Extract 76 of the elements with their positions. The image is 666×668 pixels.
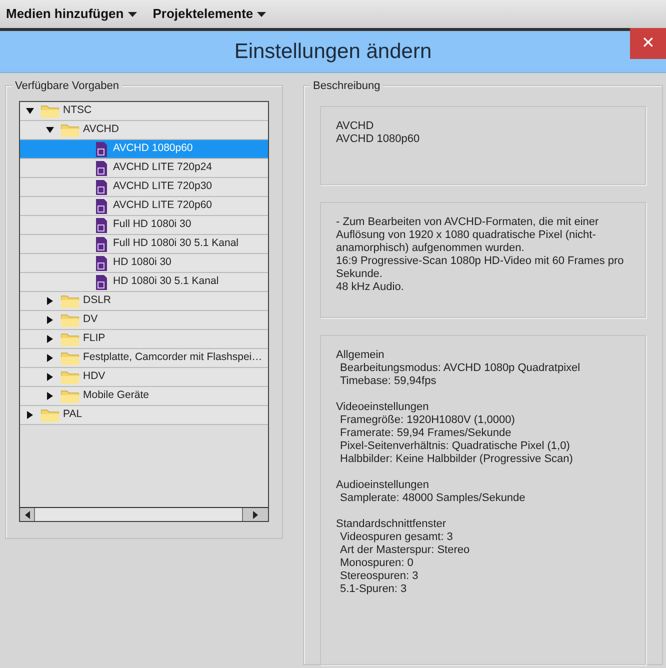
close-button[interactable]: ✕ [630, 28, 666, 59]
setting-text: Bearbeitungsmodus: AVCHD 1080p Quadratpixel [339, 362, 582, 375]
setting-text: Monospuren: 0 [339, 557, 414, 570]
left-arrow-icon [24, 510, 30, 518]
setting-text: Stereospuren: 3 [339, 570, 420, 583]
preset-file-icon [96, 142, 107, 156]
section-heading: Standardschnittfenster [336, 518, 448, 531]
setting-text: Videospuren gesamt: 3 [339, 531, 454, 544]
group-label: Verfügbare Vorgaben [12, 78, 122, 94]
preset-file-icon [96, 256, 107, 270]
tree-item[interactable]: HD 1080i 30 [20, 254, 268, 273]
tree-item[interactable]: NTSC [20, 102, 268, 121]
setting-text: 5.1-Spuren: 3 [339, 583, 408, 596]
tree-item[interactable]: AVCHD LITE 720p24 [20, 159, 268, 178]
tree-item[interactable]: Full HD 1080i 30 [20, 216, 268, 235]
setting-text: Timebase: 59,94fps [339, 375, 438, 388]
folder-icon [61, 389, 79, 403]
folder-icon [41, 408, 59, 422]
dialog-title: Einstellungen ändern [234, 40, 432, 63]
expand-triangle-icon [46, 297, 54, 305]
caret-icon [257, 12, 266, 18]
tree-item[interactable]: FLIP [20, 330, 268, 349]
tree-item[interactable]: AVCHD LITE 720p60 [20, 197, 268, 216]
tree-item[interactable]: Festplatte, Camcorder mit Flashspei… [20, 349, 268, 368]
setting-text: Pixel-Seitenverhältnis: Quadratische Pixel (1,0) [339, 440, 571, 453]
folder-icon [41, 104, 59, 118]
tree-item[interactable]: AVCHD LITE 720p30 [20, 178, 268, 197]
expand-triangle-icon [26, 411, 34, 419]
tree-item[interactable]: AVCHD [20, 121, 268, 140]
expand-triangle-icon [46, 373, 54, 381]
tree-item[interactable]: Full HD 1080i 30 5.1 Kanal [20, 235, 268, 254]
tree-item[interactable]: HD 1080i 30 5.1 Kanal [20, 273, 268, 292]
scroll-right-button[interactable] [242, 508, 268, 521]
setting-text: Art der Masterspur: Stereo [339, 544, 471, 557]
expand-triangle-icon [46, 316, 54, 324]
description-text: 48 kHz Audio. [336, 281, 405, 294]
folder-icon [61, 313, 79, 327]
preset-name-text: AVCHD 1080p60 [336, 133, 421, 146]
preset-name-text: AVCHD [336, 120, 375, 133]
tree-item[interactable]: DV [20, 311, 268, 330]
setting-text: Samplerate: 48000 Samples/Sekunde [339, 492, 526, 505]
setting-text: Halbbilder: Keine Halbbilder (Progressive Scan) [339, 453, 574, 466]
folder-icon [61, 351, 79, 365]
menu-button[interactable]: Projektelemente [152, 3, 274, 25]
preset-file-icon [96, 274, 107, 290]
section-heading: Videoeinstellungen [336, 401, 430, 414]
folder-icon [61, 332, 79, 346]
right-arrow-icon [253, 510, 258, 518]
expand-triangle-icon [46, 354, 54, 362]
tree-item[interactable]: HDV [20, 368, 268, 387]
section-heading: Audioeinstellungen [336, 479, 430, 492]
group-label: Beschreibung [310, 78, 384, 94]
collapse-triangle-icon [46, 126, 54, 134]
preset-file-icon [96, 198, 107, 214]
tree-item[interactable]: PAL [20, 406, 268, 425]
scroll-left-button[interactable] [20, 508, 35, 521]
description-text: 16:9 Progressive-Scan 1080p HD-Video mit 60 Frames pro Sekunde. [336, 255, 625, 281]
setting-text: Framerate: 59,94 Frames/Sekunde [339, 427, 512, 440]
description-text: - Zum Bearbeiten von AVCHD-Formaten, die mit einer Auflösung von 1920 x 1080 quadratische Pixel (nicht-anamorphisch) aufgenommen wurden. [336, 216, 600, 255]
section-heading: Allgemein [336, 349, 386, 362]
preset-file-icon [96, 236, 107, 252]
preset-file-icon [96, 180, 107, 194]
preset-file-icon [96, 218, 107, 232]
tree-item[interactable]: Mobile Geräte [20, 387, 268, 406]
preset-file-icon [96, 160, 107, 176]
folder-icon [61, 370, 79, 384]
folder-icon [61, 294, 79, 308]
menu-button[interactable]: Medien hinzufügen [6, 3, 145, 25]
expand-triangle-icon [46, 335, 54, 343]
collapse-triangle-icon [26, 107, 34, 115]
expand-triangle-icon [46, 392, 54, 400]
horizontal-scrollbar[interactable] [20, 507, 268, 521]
folder-icon [61, 123, 79, 137]
caret-icon [128, 12, 137, 18]
tree-item[interactable]: DSLR [20, 292, 268, 311]
setting-text: Framegröße: 1920H1080V (1,0000) [339, 414, 516, 427]
